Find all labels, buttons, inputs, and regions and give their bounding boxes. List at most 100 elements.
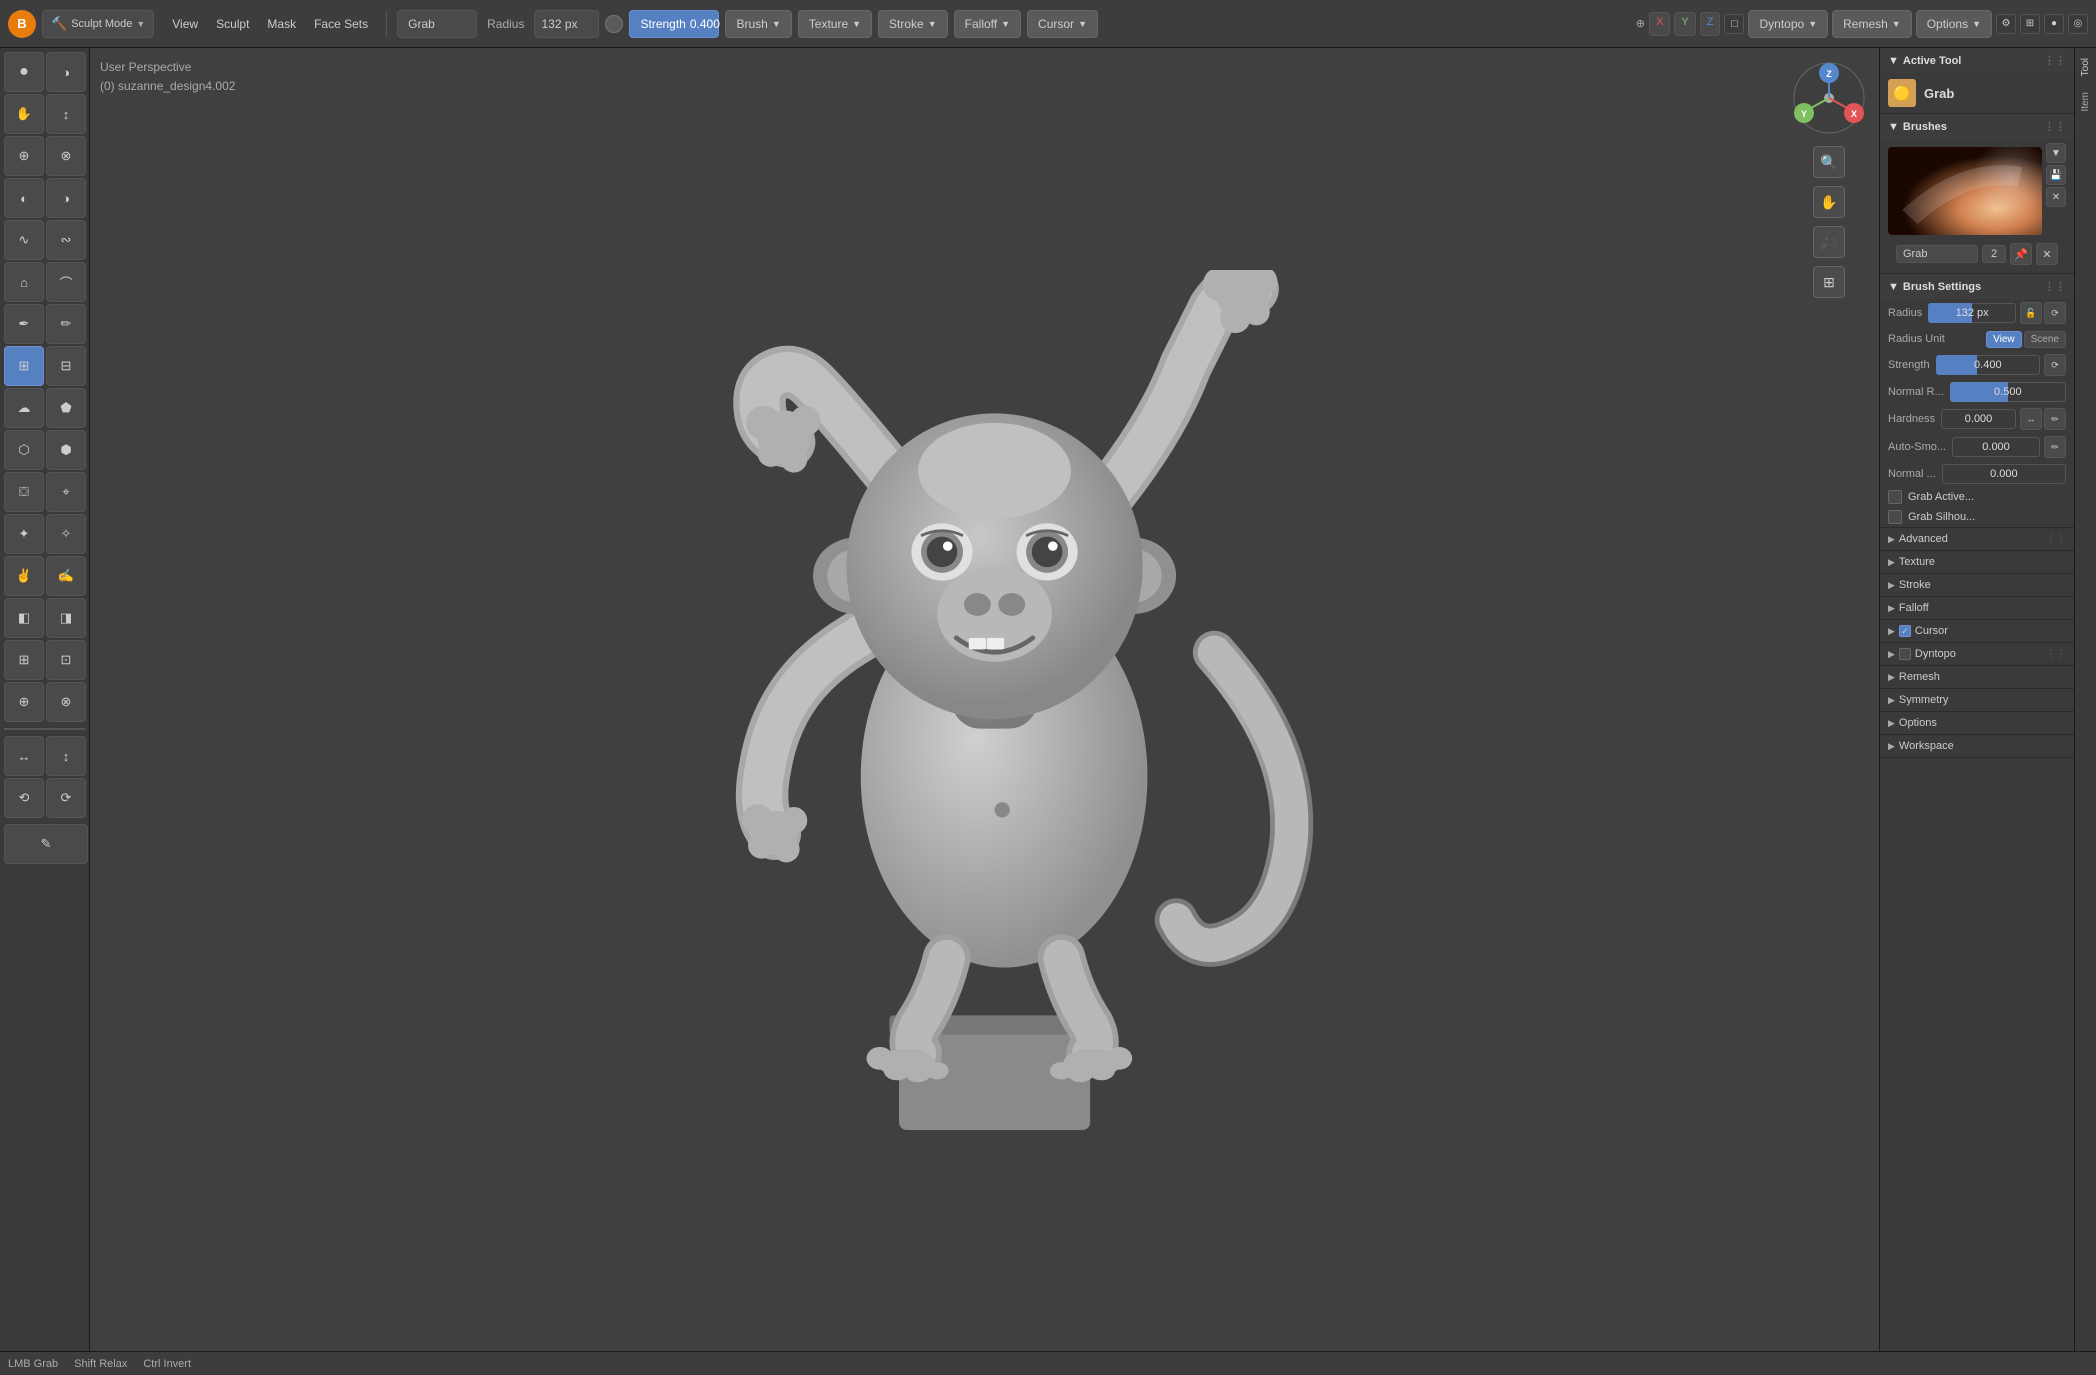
stroke-dropdown[interactable]: Stroke ▼ [878,10,948,38]
texture-section[interactable]: ▶ Texture [1880,551,2074,574]
radius-lock-btn[interactable]: 🔓 [2020,302,2042,324]
draw-face-sets-tool[interactable]: ✌ [4,556,44,596]
grab-tool[interactable]: ⊞ [4,346,44,386]
snake-hook-tool[interactable]: ⊟ [46,346,86,386]
draw-tool[interactable]: ● [4,52,44,92]
clay-tool[interactable]: ✋ [4,94,44,134]
cursor-section[interactable]: ▶ ✓ Cursor [1880,620,2074,643]
smear-tool[interactable]: ◧ [4,598,44,638]
strength-value-bar[interactable]: 0.400 [1936,355,2040,375]
remesh-section[interactable]: ▶ Remesh [1880,666,2074,689]
grid-btn[interactable]: ⊞ [1813,266,1845,298]
mask-tool[interactable]: ✧ [46,514,86,554]
thumb-tool[interactable]: ☁ [4,388,44,428]
orientation-gizmo[interactable]: Z X Y [1789,58,1869,138]
brush-x-btn[interactable]: ✕ [2036,243,2058,265]
nudge-tool[interactable]: ⬡ [4,430,44,470]
line-mask-tool[interactable]: ⊡ [46,640,86,680]
rotate-obj-tool[interactable]: ⟲ [4,778,44,818]
pose-tool[interactable]: ⬟ [46,388,86,428]
elastic-tool[interactable]: ✏ [46,304,86,344]
annotate-tool[interactable]: ✎ [4,824,88,864]
brush-dropdown[interactable]: Brush ▼ [725,10,791,38]
z-axis-btn[interactable]: Z [1700,12,1721,36]
radius-input[interactable] [534,10,599,38]
box-mask-tool[interactable]: ◨ [46,598,86,638]
pan-btn[interactable]: ✋ [1813,186,1845,218]
falloff-dropdown[interactable]: Falloff ▼ [954,10,1021,38]
mode-dropdown[interactable]: 🔨 Sculpt Mode ▼ [42,10,154,38]
paint-tool[interactable]: ✍ [46,556,86,596]
scrape-tool[interactable]: ⌂ [4,262,44,302]
radius-view-btn[interactable]: View [1986,331,2022,348]
brush-settings-header[interactable]: ▼ Brush Settings ⋮⋮ [1880,274,2074,299]
radius-scene-btn[interactable]: Scene [2024,331,2066,348]
normal-bar[interactable]: 0.000 [1942,464,2066,484]
hardness-edit-btn[interactable]: ✏ [2044,408,2066,430]
falloff-section[interactable]: ▶ Falloff [1880,597,2074,620]
flatten-tool[interactable]: ∿ [4,220,44,260]
x-axis-btn[interactable]: X [1649,12,1670,36]
box-hide-tool[interactable]: ⊕ [4,682,44,722]
workspace-section[interactable]: ▶ Workspace [1880,735,2074,758]
crease-tool[interactable]: ◐ [4,178,44,218]
brush-expand-btn[interactable]: ▼ [2046,143,2066,163]
app-logo[interactable]: B [8,10,36,38]
dyntopo-section[interactable]: ▶ Dyntopo ⋮⋮ [1880,643,2074,666]
slide-relax-tool[interactable]: ⛋ [4,472,44,512]
smooth-tool[interactable]: ◑ [46,178,86,218]
blob-tool[interactable]: ⊗ [46,136,86,176]
brushes-header[interactable]: ▼ Brushes ⋮⋮ [1880,114,2074,139]
brush-number[interactable]: 2 [1982,245,2006,263]
hardness-link-btn[interactable]: ↔ [2020,408,2042,430]
move-tool[interactable]: ↕ [46,736,86,776]
viewport[interactable]: User Perspective (0) suzanne_design4.002 [90,48,1879,1351]
tool-name-input[interactable] [397,10,477,38]
draw-sharp-tool[interactable]: ◑ [46,52,86,92]
layout-icon[interactable]: ⊞ [2020,14,2040,34]
menu-mask[interactable]: Mask [259,13,304,35]
strength-pressure-btn[interactable]: ⟳ [2044,354,2066,376]
symmetry-section[interactable]: ▶ Symmetry [1880,689,2074,712]
tab-tool[interactable]: Tool [2078,52,2093,82]
tab-item[interactable]: Item [2078,86,2093,117]
auto-smooth-edit-btn[interactable]: ✏ [2044,436,2066,458]
stroke-section[interactable]: ▶ Stroke [1880,574,2074,597]
inflate-tool[interactable]: ⊕ [4,136,44,176]
dyntopo-checkbox[interactable] [1899,648,1911,660]
normal-radius-bar[interactable]: 0.500 [1950,382,2066,402]
remesh-btn[interactable]: Remesh ▼ [1832,10,1912,38]
y-axis-btn[interactable]: Y [1674,12,1695,36]
radius-value-bar[interactable]: 132 px [1928,303,2016,323]
transform-tool[interactable]: ↔ [4,736,44,776]
panel-options-icon[interactable]: ⋮⋮ [2044,54,2066,67]
clay-strips-tool[interactable]: ↕ [46,94,86,134]
multiplane-tool[interactable]: ⌒ [46,262,86,302]
menu-sculpt[interactable]: Sculpt [208,13,257,35]
fill-tool[interactable]: ∾ [46,220,86,260]
options-btn[interactable]: Options ▼ [1916,10,1992,38]
brush-settings-options-icon[interactable]: ⋮⋮ [2044,280,2066,293]
brush-save-btn[interactable]: 💾 [2046,165,2066,185]
3d-viewport[interactable] [90,48,1879,1351]
viewport-toggle[interactable]: □ [1724,14,1744,34]
zoom-in-btn[interactable]: 🔍 [1813,146,1845,178]
dyntopo-btn[interactable]: Dyntopo ▼ [1748,10,1828,38]
scale-tool[interactable]: ⟳ [46,778,86,818]
rotate-tool[interactable]: ⬢ [46,430,86,470]
pinch-tool[interactable]: ✒ [4,304,44,344]
active-tool-header[interactable]: ▼ Active Tool ⋮⋮ [1880,48,2074,73]
menu-view[interactable]: View [164,13,206,35]
camera-btn[interactable]: 🎥 [1813,226,1845,258]
cursor-dropdown[interactable]: Cursor ▼ [1027,10,1098,38]
boundary-tool[interactable]: ⌖ [46,472,86,512]
radius-pressure-btn[interactable]: ⟳ [2044,302,2066,324]
overlay-icon[interactable]: ◎ [2068,14,2088,34]
brush-delete-btn[interactable]: ✕ [2046,187,2066,207]
lasso-mask-tool[interactable]: ⊞ [4,640,44,680]
strength-button[interactable]: Strength 0.400 [629,10,719,38]
grab-active-checkbox[interactable] [1888,490,1902,504]
auto-smooth-bar[interactable]: 0.000 [1952,437,2040,457]
hardness-bar[interactable]: 0.000 [1941,409,2016,429]
brush-name-badge[interactable]: Grab [1896,245,1978,263]
